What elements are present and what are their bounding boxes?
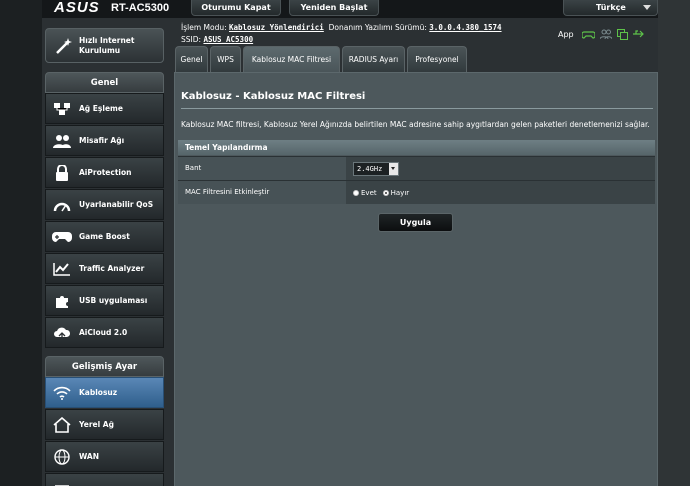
sidebar-item-traffic-analyzer[interactable]: Traffic Analyzer xyxy=(45,253,164,284)
puzzle-icon xyxy=(56,295,68,308)
guest-network-icon xyxy=(53,134,71,148)
language-value: Türkçe xyxy=(596,3,626,12)
sidebar-item-aiprotection[interactable]: AiProtection xyxy=(45,157,164,188)
globe-icon xyxy=(54,448,70,465)
ssid-info: SSID: ASUS_AC5300 xyxy=(181,35,254,44)
band-row: Bant 2.4GHz xyxy=(178,156,655,180)
ssid-link[interactable]: ASUS_AC5300 xyxy=(203,35,253,44)
band-value: 2.4GHz xyxy=(357,164,383,173)
enable-row: MAC Filtresini Etkinleştir Evet Hayır xyxy=(178,180,655,204)
title-divider xyxy=(181,108,653,109)
sidebar-item-lan[interactable]: Yerel Ağ xyxy=(45,409,164,440)
network-map-icon xyxy=(54,102,70,115)
section-header: Temel Yapılandırma xyxy=(178,140,655,155)
quick-setup-button[interactable]: Hızlı Internet Kurulumu xyxy=(45,28,164,63)
main-panel: Kablosuz - Kablosuz MAC Filtresi Kablosu… xyxy=(174,72,658,486)
gamepad-icon[interactable] xyxy=(581,29,595,39)
gamepad-icon xyxy=(52,231,72,242)
tab-wps[interactable]: WPS xyxy=(210,46,241,72)
sidebar-item-guest-network[interactable]: Misafir Ağı xyxy=(45,125,164,156)
cloud-icon xyxy=(54,327,71,340)
band-select[interactable]: 2.4GHz xyxy=(353,161,399,176)
sidebar-item-qos[interactable]: Uyarlanabilir QoS xyxy=(45,189,164,220)
apply-button[interactable]: Uygula xyxy=(378,213,453,232)
sidebar-item-game-boost[interactable]: Game Boost xyxy=(45,221,164,252)
app-label[interactable]: App xyxy=(558,30,574,39)
sidebar-item-wireless[interactable]: Kablosuz xyxy=(45,377,164,408)
tab-professional[interactable]: Profesyonel xyxy=(407,46,467,72)
chevron-down-icon xyxy=(643,5,651,10)
left-margin xyxy=(0,0,42,486)
copy-icon[interactable] xyxy=(616,28,628,40)
radio-yes[interactable]: Evet xyxy=(353,189,377,197)
wifi-icon xyxy=(53,386,71,400)
page-description: Kablosuz MAC filtresi, Kablosuz Yerel Ağ… xyxy=(181,120,650,129)
radio-no[interactable]: Hayır xyxy=(382,189,409,197)
asus-logo: ASUS xyxy=(54,0,100,16)
advanced-header: Gelişmiş Ayar xyxy=(45,356,164,377)
general-header: Genel xyxy=(45,72,164,93)
qos-gauge-icon xyxy=(53,202,71,211)
firmware-link[interactable]: 3.0.0.4.380_1574 xyxy=(429,23,501,32)
lock-icon xyxy=(56,164,68,181)
reboot-button[interactable]: Yeniden Başlat xyxy=(289,0,379,16)
tab-general[interactable]: Genel xyxy=(175,46,208,72)
language-select[interactable]: Türkçe xyxy=(563,0,658,16)
logout-button[interactable]: Oturumu Kapat xyxy=(191,0,281,16)
home-icon xyxy=(53,416,71,433)
page-title: Kablosuz - Kablosuz MAC Filtresi xyxy=(181,91,366,102)
sidebar-item-wan[interactable]: WAN xyxy=(45,441,164,472)
traffic-chart-icon xyxy=(53,262,70,276)
sidebar-item-next[interactable] xyxy=(45,473,164,486)
model-name: RT-AC5300 xyxy=(111,2,170,14)
chevron-down-icon xyxy=(389,162,398,175)
status-icons: App xyxy=(558,28,645,40)
mode-info: İşlem Modu: Kablosuz Yönlendirici Donanı… xyxy=(181,23,502,32)
sidebar-item-aicloud[interactable]: AiCloud 2.0 xyxy=(45,317,164,348)
tab-mac-filter[interactable]: Kablosuz MAC Filtresi xyxy=(243,46,340,72)
band-label: Bant xyxy=(178,157,346,180)
sidebar-item-network-map[interactable]: Ağ Eşleme xyxy=(45,93,164,124)
sidebar-item-usb[interactable]: USB uygulaması xyxy=(45,285,164,316)
usb-icon[interactable] xyxy=(632,29,645,39)
users-icon[interactable] xyxy=(599,29,612,39)
wand-icon xyxy=(56,38,72,54)
tab-radius[interactable]: RADIUS Ayarı xyxy=(342,46,405,72)
mode-link[interactable]: Kablosuz Yönlendirici xyxy=(229,23,324,32)
enable-label: MAC Filtresini Etkinleştir xyxy=(178,181,346,204)
right-margin xyxy=(658,0,690,486)
quick-setup-label: Hızlı Internet Kurulumu xyxy=(79,36,135,55)
